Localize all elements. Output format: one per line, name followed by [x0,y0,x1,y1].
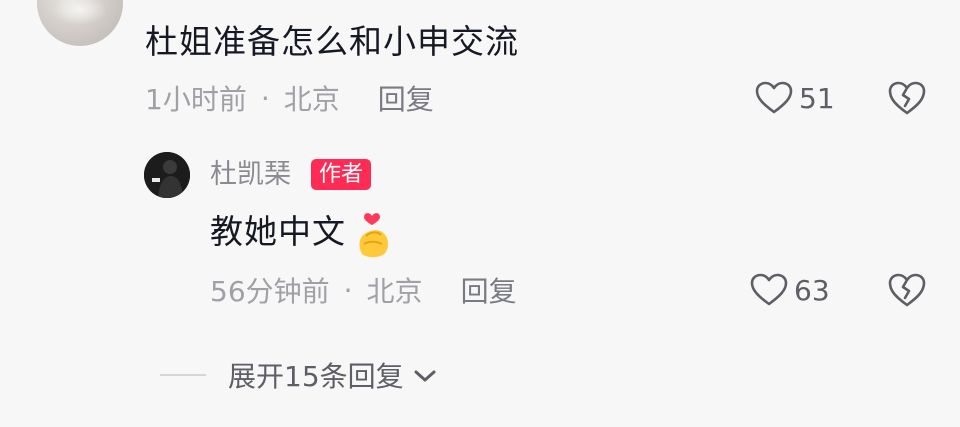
heart-outline-icon [750,273,788,307]
comment-text: 杜姐准备怎么和小申交流 [145,22,519,61]
author-avatar[interactable] [144,152,190,198]
author-badge: 作者 [311,159,372,190]
meta-separator: · [260,81,270,115]
like-count: 51 [799,81,835,115]
heart-outline-icon [755,81,793,115]
comment-dislike-button[interactable] [887,78,927,118]
comment-like-button[interactable]: 51 [755,78,835,118]
reply-text: 教她中文 [210,212,346,251]
reply-meta: 56分钟前 · 北京 回复 [210,270,517,310]
commenter-avatar[interactable] [37,0,123,46]
like-count: 63 [794,273,830,307]
reply-time: 56分钟前 [210,275,330,308]
expand-replies-label: 展开15条回复 [228,360,404,393]
expand-replies-button[interactable]: 展开15条回复 [160,355,438,395]
broken-heart-icon [887,273,927,314]
comment-meta: 1小时前 · 北京 回复 [145,78,434,118]
meta-separator: · [343,273,353,307]
comment-reply-button[interactable]: 回复 [378,78,434,118]
finger-heart-sticker [352,204,396,260]
author-name[interactable]: 杜凯琹 [210,155,291,195]
reply-dislike-button[interactable] [887,270,927,310]
comment-time: 1小时前 [145,83,247,116]
comment-thread: 杜姐准备怎么和小申交流 1小时前 · 北京 回复 51 杜凯琹 作者 教她中文 [0,0,960,427]
reply-reply-button[interactable]: 回复 [461,270,517,310]
reply-location: 北京 [366,275,423,308]
broken-heart-icon [887,81,927,122]
comment-location: 北京 [283,83,340,116]
chevron-down-icon [412,359,438,392]
reply-like-button[interactable]: 63 [750,270,830,310]
expand-divider [160,374,206,376]
